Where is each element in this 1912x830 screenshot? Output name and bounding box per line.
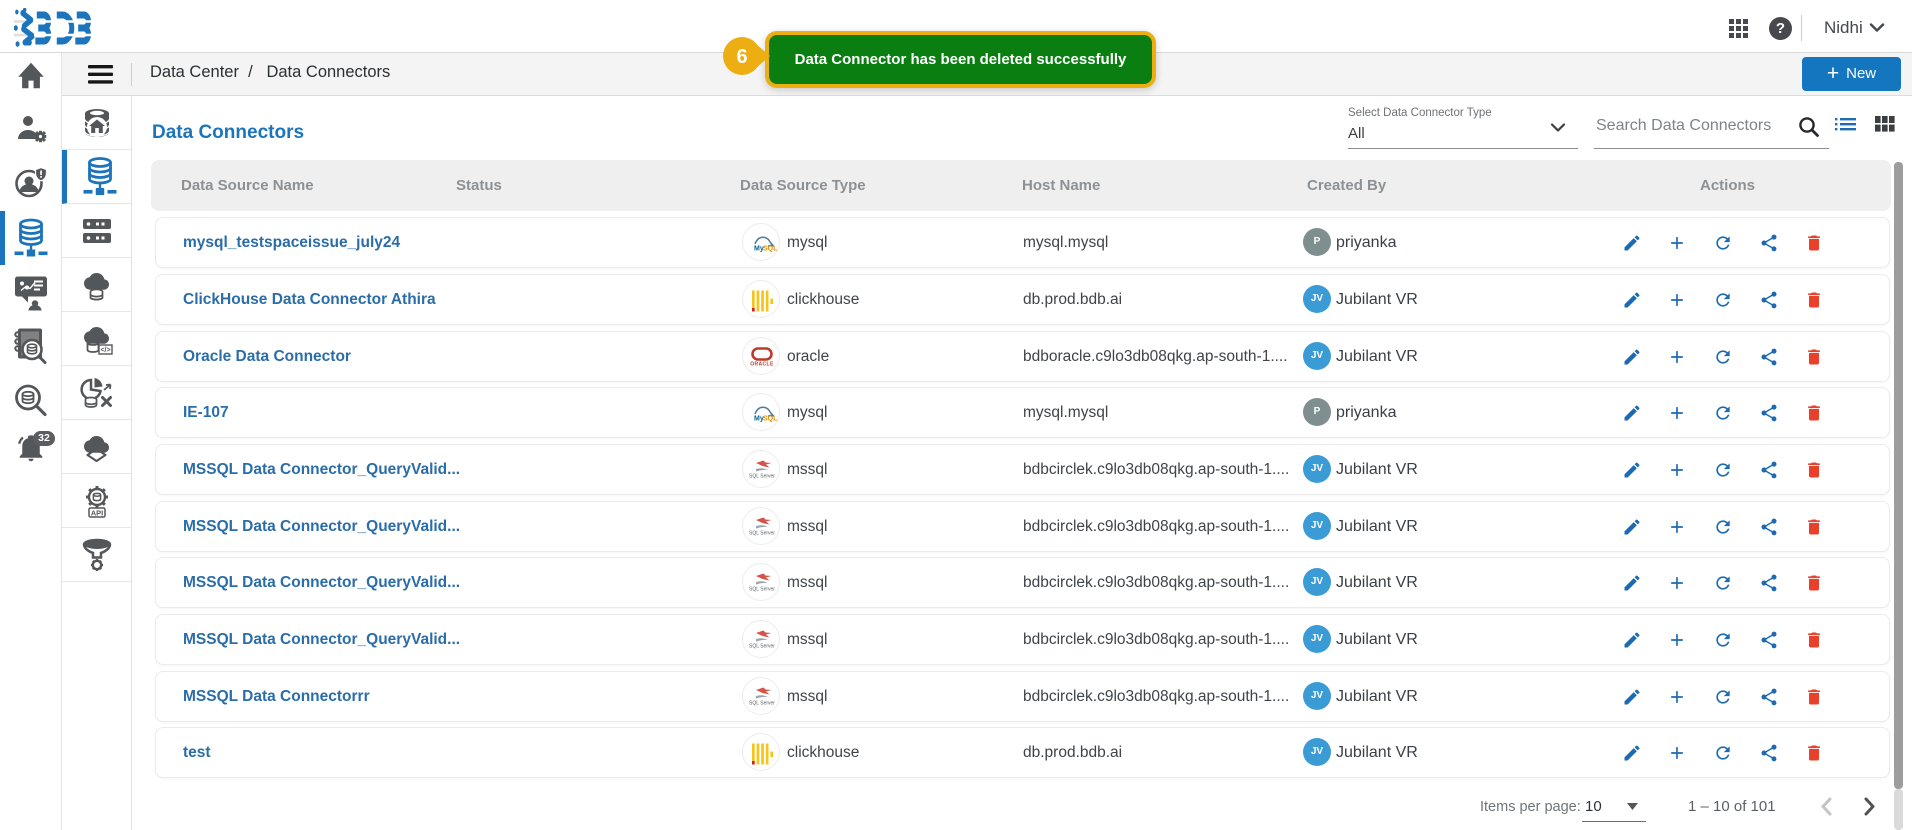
svg-text:SQL Server: SQL Server [749,644,775,650]
svg-text:SQL: SQL [763,246,778,253]
svg-text:SQL Server: SQL Server [749,587,775,593]
svg-text:SQL Server: SQL Server [749,531,775,537]
svg-text:ORACLE: ORACLE [750,362,774,368]
svg-text:API: API [91,508,104,517]
svg-text:6: 6 [736,46,747,68]
svg-text:</>: </> [100,347,110,354]
svg-text:SQL Server: SQL Server [749,474,775,480]
svg-text:SQL: SQL [763,416,778,423]
svg-text:SQL Server: SQL Server [749,701,775,707]
